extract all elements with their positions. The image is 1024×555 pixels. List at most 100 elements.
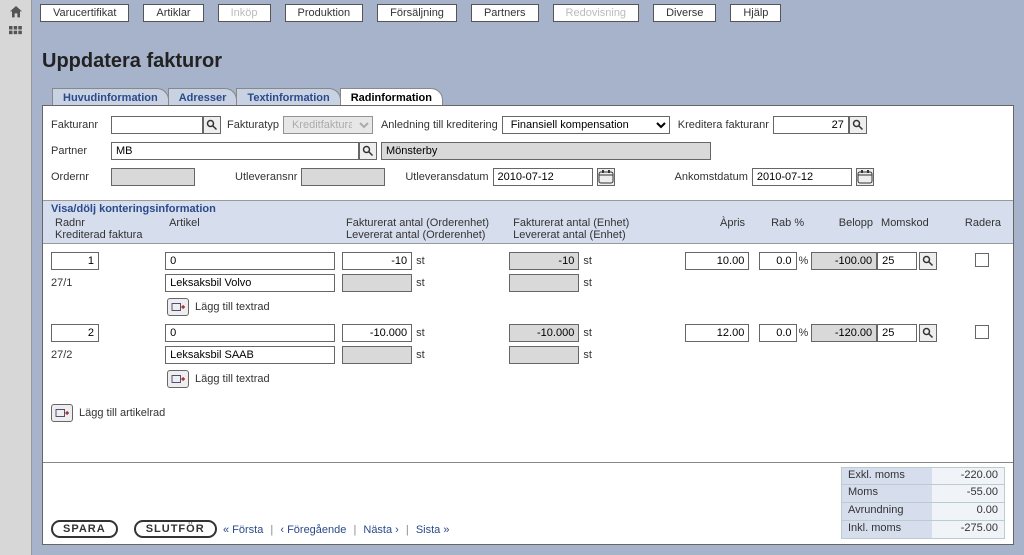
- menu-redovisning: Redovisning: [553, 4, 640, 22]
- magnifier-icon: [922, 327, 934, 339]
- fakturanr-lookup[interactable]: [203, 116, 221, 134]
- menu-produktion[interactable]: Produktion: [285, 4, 364, 22]
- add-artikelrad-icon: [51, 404, 73, 422]
- utleveransdatum-input[interactable]: [493, 168, 593, 186]
- ankomstdatum-input[interactable]: [752, 168, 852, 186]
- menu-partners[interactable]: Partners: [471, 4, 539, 22]
- unit-label: st: [583, 255, 592, 267]
- ordernr-label: Ordernr: [51, 171, 111, 183]
- fakt-order-input[interactable]: [342, 252, 412, 270]
- spara-button[interactable]: SPARA: [51, 520, 118, 538]
- pager: « Första | ‹ Föregående | Nästa › | Sist…: [223, 524, 449, 536]
- rab-input[interactable]: [759, 252, 797, 270]
- col-radnr: Radnr: [55, 217, 161, 229]
- kreditera-label: Kreditera fakturanr: [678, 119, 769, 131]
- belopp-input: [811, 324, 877, 342]
- utleveransdatum-calendar[interactable]: [597, 168, 615, 186]
- calendar-icon: [598, 168, 614, 186]
- add-artikelrad[interactable]: Lägg till artikelrad: [51, 404, 1013, 422]
- tot-exkl-label: Exkl. moms: [842, 468, 932, 484]
- pager-prev[interactable]: ‹ Föregående: [280, 524, 346, 536]
- partner-label: Partner: [51, 145, 111, 157]
- add-textrad[interactable]: Lägg till textrad: [167, 298, 1005, 316]
- tot-exkl: -220.00: [932, 468, 1004, 484]
- slutfor-button[interactable]: SLUTFÖR: [134, 520, 217, 538]
- add-artikelrad-label: Lägg till artikelrad: [79, 407, 165, 419]
- menu-hjalp[interactable]: Hjälp: [730, 4, 781, 22]
- add-row-icon: [55, 407, 69, 419]
- moms-input[interactable]: [877, 252, 917, 270]
- col-order-top: Fakturerat antal (Orderenhet): [346, 217, 505, 229]
- artikel-nr-input[interactable]: [165, 324, 335, 342]
- col-rab: Rab %: [749, 217, 808, 241]
- fakturanr-label: Fakturanr: [51, 119, 111, 131]
- tot-moms: -55.00: [932, 485, 1004, 502]
- tot-moms-label: Moms: [842, 485, 932, 502]
- radnr-input[interactable]: [51, 324, 99, 342]
- magnifier-icon: [362, 145, 374, 157]
- menu-forsaljning[interactable]: Försäljning: [377, 4, 457, 22]
- pager-first[interactable]: « Första: [223, 524, 263, 536]
- radnr-input[interactable]: [51, 252, 99, 270]
- line-group: stst%27/1ststLägg till textrad: [51, 250, 1005, 316]
- kreditera-input[interactable]: [773, 116, 849, 134]
- menu-varucertifikat[interactable]: Varucertifikat: [40, 4, 129, 22]
- kontering-toggle[interactable]: Visa/dölj konteringsinformation: [51, 203, 216, 215]
- radera-checkbox[interactable]: [975, 253, 989, 267]
- leftbar: [0, 0, 32, 555]
- ankomstdatum-calendar[interactable]: [856, 168, 874, 186]
- lev-order-input: [342, 346, 412, 364]
- radera-checkbox[interactable]: [975, 325, 989, 339]
- kreditera-lookup[interactable]: [849, 116, 867, 134]
- totals-box: Exkl. moms-220.00 Moms-55.00 Avrundning0…: [841, 467, 1005, 539]
- page-title: Uppdatera fakturor: [42, 50, 222, 73]
- add-textrad-label: Lägg till textrad: [195, 301, 270, 313]
- col-enhet-bot: Levererat antal (Enhet): [513, 229, 672, 241]
- fakt-order-input[interactable]: [342, 324, 412, 342]
- unit-label: st: [416, 327, 425, 339]
- rab-input[interactable]: [759, 324, 797, 342]
- moms-input[interactable]: [877, 324, 917, 342]
- menu-diverse[interactable]: Diverse: [653, 4, 716, 22]
- krediterad-label: 27/1: [51, 277, 165, 289]
- moms-lookup[interactable]: [919, 324, 937, 342]
- col-krediterad: Krediterad faktura: [55, 229, 161, 241]
- menu-artiklar[interactable]: Artiklar: [143, 4, 203, 22]
- utleveransnr-label: Utleveransnr: [235, 171, 297, 183]
- add-textrad-icon: [167, 370, 189, 388]
- anledning-select[interactable]: Finansiell kompensation: [502, 116, 670, 134]
- moms-lookup[interactable]: [919, 252, 937, 270]
- artikel-namn-input[interactable]: [165, 274, 335, 292]
- percent-label: %: [799, 327, 809, 339]
- fakt-enhet-input: [509, 324, 579, 342]
- anledning-label: Anledning till kreditering: [381, 119, 498, 131]
- utleveransdatum-label: Utleveransdatum: [405, 171, 488, 183]
- apris-input[interactable]: [685, 252, 749, 270]
- ankomstdatum-label: Ankomstdatum: [675, 171, 748, 183]
- home-icon[interactable]: [7, 4, 25, 20]
- add-textrad[interactable]: Lägg till textrad: [167, 370, 1005, 388]
- col-belopp: Belopp: [808, 217, 877, 241]
- partner-lookup[interactable]: [359, 142, 377, 160]
- col-artikel: Artikel: [165, 217, 342, 241]
- lev-enhet-input: [509, 346, 579, 364]
- col-apris: Àpris: [676, 217, 749, 241]
- magnifier-icon: [852, 119, 864, 131]
- krediterad-label: 27/2: [51, 349, 165, 361]
- pager-last[interactable]: Sista »: [416, 524, 450, 536]
- add-textrad-label: Lägg till textrad: [195, 373, 270, 385]
- apris-input[interactable]: [685, 324, 749, 342]
- unit-label: st: [416, 255, 425, 267]
- pager-next[interactable]: Nästa ›: [363, 524, 398, 536]
- artikel-nr-input[interactable]: [165, 252, 335, 270]
- fakt-enhet-input: [509, 252, 579, 270]
- fakturatyp-select: Kreditfaktura: [283, 116, 373, 134]
- col-enhet-top: Fakturerat antal (Enhet): [513, 217, 672, 229]
- grip-icon[interactable]: [9, 26, 23, 40]
- col-momskod: Momskod: [877, 217, 960, 241]
- artikel-namn-input[interactable]: [165, 346, 335, 364]
- fakturanr-input[interactable]: [111, 116, 203, 134]
- calendar-icon: [857, 168, 873, 186]
- magnifier-icon: [922, 255, 934, 267]
- partner-code-input[interactable]: [111, 142, 359, 160]
